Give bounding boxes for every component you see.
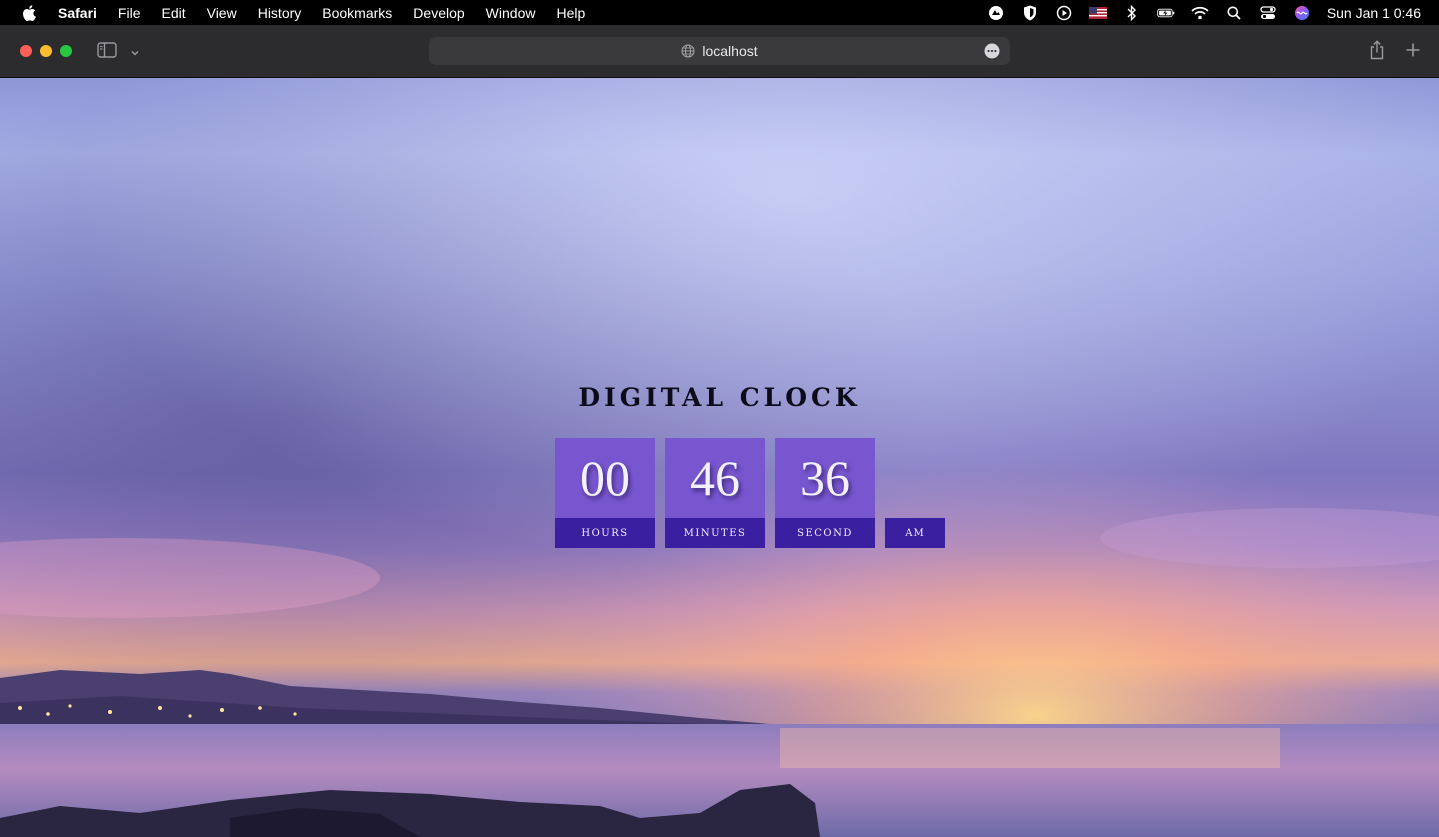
seconds-tile: 36 SECOND <box>775 438 875 548</box>
menu-history[interactable]: History <box>258 5 302 21</box>
us-flag-icon[interactable] <box>1088 5 1107 21</box>
digital-clock: DIGITAL CLOCK 00 HOURS 46 MINUTES 36 SEC… <box>0 78 1439 837</box>
share-icon[interactable] <box>1368 40 1386 60</box>
minutes-tile: 46 MINUTES <box>665 438 765 548</box>
menu-app-name[interactable]: Safari <box>58 5 97 21</box>
search-icon[interactable] <box>1225 5 1243 21</box>
menu-bar: Safari File Edit View History Bookmarks … <box>0 0 1439 25</box>
menu-window[interactable]: Window <box>486 5 536 21</box>
menu-view[interactable]: View <box>207 5 237 21</box>
url-text[interactable]: localhost <box>702 43 757 59</box>
siri-icon[interactable] <box>1293 5 1311 21</box>
battery-charging-icon[interactable] <box>1157 5 1175 21</box>
more-options-icon[interactable] <box>984 43 1000 59</box>
menu-help[interactable]: Help <box>556 5 585 21</box>
hours-tile: 00 HOURS <box>555 438 655 548</box>
play-circle-icon[interactable] <box>1055 5 1073 21</box>
address-bar[interactable]: localhost <box>429 37 1010 65</box>
chevron-down-icon[interactable] <box>130 45 140 56</box>
minimize-window-button[interactable] <box>40 45 52 57</box>
menu-edit[interactable]: Edit <box>161 5 185 21</box>
bluetooth-icon[interactable] <box>1123 4 1141 21</box>
shield-icon[interactable] <box>1021 5 1039 21</box>
hours-label: HOURS <box>555 518 655 548</box>
seconds-value: 36 <box>775 438 875 518</box>
cloud-upload-icon[interactable] <box>987 5 1005 21</box>
hours-value: 00 <box>555 438 655 518</box>
minutes-label: MINUTES <box>665 518 765 548</box>
web-page: DIGITAL CLOCK 00 HOURS 46 MINUTES 36 SEC… <box>0 78 1439 837</box>
menu-file[interactable]: File <box>118 5 141 21</box>
globe-icon <box>681 44 695 58</box>
seconds-label: SECOND <box>775 518 875 548</box>
sidebar-toggle-icon[interactable] <box>97 42 117 58</box>
menu-develop[interactable]: Develop <box>413 5 464 21</box>
period-badge: AM <box>885 518 945 548</box>
zoom-window-button[interactable] <box>60 45 72 57</box>
new-tab-icon[interactable] <box>1405 42 1421 58</box>
wifi-icon[interactable] <box>1191 5 1209 21</box>
apple-logo-icon[interactable] <box>21 4 37 21</box>
browser-toolbar: localhost <box>0 25 1439 78</box>
menu-bookmarks[interactable]: Bookmarks <box>322 5 392 21</box>
minutes-value: 46 <box>665 438 765 518</box>
menubar-clock[interactable]: Sun Jan 1 0:46 <box>1327 5 1421 21</box>
control-center-icon[interactable] <box>1259 5 1277 21</box>
clock-title: DIGITAL CLOCK <box>578 383 861 412</box>
close-window-button[interactable] <box>20 45 32 57</box>
